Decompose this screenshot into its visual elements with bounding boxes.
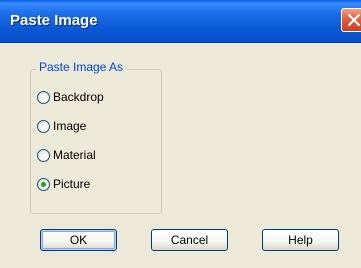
radio-label: Picture [53, 177, 91, 191]
radio-option-image[interactable]: Image [37, 117, 86, 135]
radio-option-picture[interactable]: Picture [37, 175, 90, 193]
radio-label: Backdrop [53, 90, 104, 104]
help-button[interactable]: Help [262, 229, 339, 251]
radio-label: Image [53, 119, 87, 133]
radio-button-selected[interactable] [37, 177, 50, 191]
groupbox-label: Paste Image As [36, 60, 127, 74]
radio-option-backdrop[interactable]: Backdrop [37, 88, 104, 106]
title-bar[interactable]: Paste Image [0, 0, 361, 43]
radio-button[interactable] [37, 148, 50, 162]
radio-option-material[interactable]: Material [37, 146, 96, 164]
radio-button[interactable] [37, 90, 50, 104]
close-icon [347, 13, 361, 27]
window-title: Paste Image [10, 12, 98, 29]
radio-button[interactable] [37, 119, 50, 133]
radio-selected-dot [41, 181, 46, 187]
ok-button[interactable]: OK [40, 229, 117, 251]
cancel-button[interactable]: Cancel [151, 229, 228, 251]
paste-image-dialog: Paste Image Paste Image As Backdrop Imag… [0, 0, 361, 268]
close-button[interactable] [341, 8, 361, 32]
radio-label: Material [53, 148, 96, 162]
